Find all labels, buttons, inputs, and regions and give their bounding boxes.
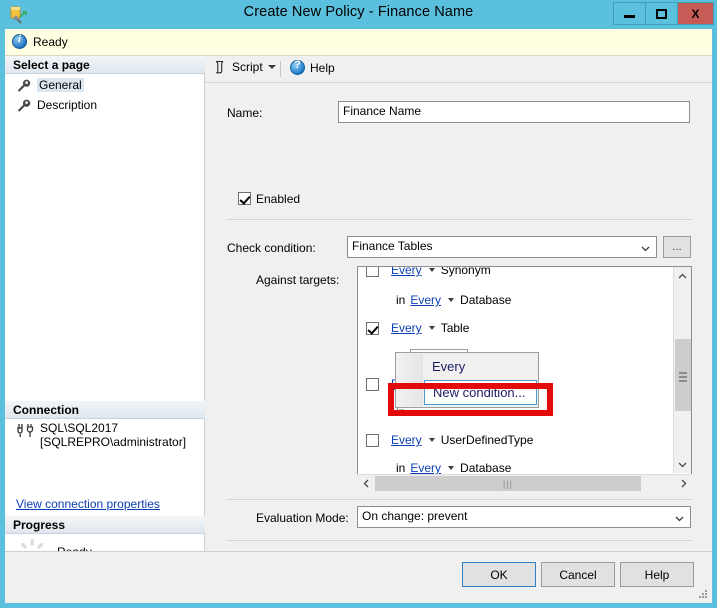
target-object-label: Synonym — [440, 266, 491, 277]
connection-icon — [17, 423, 34, 438]
divider-3 — [227, 540, 692, 541]
chevron-down-icon[interactable] — [448, 298, 455, 302]
target-object-label: Database — [460, 461, 512, 475]
target-checkbox[interactable] — [366, 321, 379, 335]
chevron-down-icon — [675, 511, 684, 522]
help-button-footer[interactable]: Help — [620, 562, 694, 587]
target-row[interactable]: Every Table — [366, 321, 469, 335]
cancel-button[interactable]: Cancel — [541, 562, 615, 587]
window-title: Create New Policy - Finance Name — [243, 4, 474, 20]
ok-button[interactable]: OK — [462, 562, 536, 587]
chevron-right-icon[interactable] — [675, 475, 692, 491]
check-condition-combobox[interactable]: Finance Tables — [347, 236, 657, 258]
target-object-label: Database — [460, 293, 512, 307]
check-condition-browse-button[interactable]: ... — [663, 236, 691, 258]
chevron-down-icon — [267, 65, 276, 69]
sidebar: Select a page General Description Connec… — [5, 56, 205, 569]
minimize-button[interactable] — [613, 2, 646, 25]
target-checkbox[interactable] — [366, 267, 379, 277]
chevron-down-icon[interactable] — [674, 456, 691, 473]
resize-grip[interactable] — [696, 588, 708, 600]
script-icon — [213, 60, 227, 74]
menu-item-every[interactable]: Every — [424, 354, 537, 379]
sidebar-item-description-label: Description — [37, 98, 98, 112]
target-scope-link[interactable]: Every — [391, 321, 422, 335]
view-connection-properties-link[interactable]: View connection properties — [16, 497, 160, 511]
chevron-up-icon[interactable] — [674, 267, 691, 284]
chevron-down-icon — [641, 241, 650, 252]
connection-user: [SQLREPRO\administrator] — [40, 435, 187, 449]
against-targets-label: Against targets: — [256, 273, 340, 287]
target-row[interactable]: Every UserDefinedType — [366, 433, 533, 447]
scrollbar-thumb[interactable] — [675, 339, 691, 411]
chevron-left-icon[interactable] — [357, 475, 374, 491]
chevron-down-icon[interactable] — [428, 438, 435, 442]
title-bar: Create New Policy - Finance Name X — [0, 0, 717, 29]
menu-item-new-condition[interactable]: New condition... — [424, 380, 537, 405]
info-icon — [12, 33, 27, 49]
close-button[interactable]: X — [677, 2, 714, 25]
target-row[interactable]: in Every Database — [396, 461, 511, 475]
help-icon — [290, 59, 305, 75]
toolbar: Script Help — [205, 56, 712, 83]
wrench-icon — [17, 99, 31, 112]
target-scope-link[interactable]: Every — [391, 267, 422, 277]
status-text: Ready — [33, 35, 68, 49]
main-panel: Script Help Name: Finance Name Enabled C… — [205, 56, 712, 578]
evaluation-mode-label: Evaluation Mode: — [256, 511, 349, 525]
help-label: Help — [310, 60, 335, 75]
name-label: Name: — [227, 106, 263, 120]
help-button[interactable]: Help — [290, 59, 335, 75]
scrollbar-thumb[interactable]: ||| — [375, 476, 641, 491]
script-label: Script — [232, 60, 263, 74]
chevron-down-icon[interactable] — [428, 326, 435, 330]
target-scope-link[interactable]: Every — [410, 293, 441, 307]
chevron-down-icon[interactable] — [448, 466, 455, 470]
toolbar-divider — [280, 61, 281, 77]
connection-header: Connection — [5, 401, 205, 419]
chevron-down-icon[interactable] — [428, 268, 435, 272]
maximize-icon — [656, 8, 667, 19]
dialog-body: Select a page General Description Connec… — [5, 56, 712, 578]
sidebar-item-general[interactable]: General — [17, 78, 84, 92]
create-new-policy-window: Create New Policy - Finance Name X Ready… — [0, 0, 717, 608]
connection-server: SQL\SQL2017 — [40, 421, 119, 435]
scope-dropdown-menu[interactable]: Every New condition... — [395, 352, 539, 408]
check-condition-label: Check condition: — [227, 241, 316, 255]
evaluation-mode-combobox[interactable]: On change: prevent — [357, 506, 691, 528]
window-controls: X — [613, 2, 714, 26]
sidebar-item-general-label: General — [37, 78, 84, 92]
target-object-label: Table — [440, 321, 470, 335]
target-checkbox[interactable] — [366, 377, 379, 391]
minimize-icon — [624, 15, 635, 18]
progress-header: Progress — [5, 516, 205, 534]
evaluation-mode-value: On change: prevent — [362, 509, 468, 523]
target-in-label: in — [396, 461, 406, 475]
name-input[interactable]: Finance Name — [338, 101, 690, 123]
select-a-page-header: Select a page — [5, 56, 205, 74]
target-row[interactable]: in Every Database — [396, 293, 511, 307]
maximize-button[interactable] — [645, 2, 678, 25]
wrench-icon — [17, 79, 31, 92]
divider-2 — [227, 499, 692, 500]
target-scope-link[interactable]: Every — [391, 433, 422, 447]
menu-gutter — [397, 354, 423, 406]
enabled-label: Enabled — [256, 192, 301, 206]
script-button[interactable]: Script — [213, 60, 276, 74]
status-info-bar: Ready — [5, 29, 712, 56]
divider-1 — [227, 219, 692, 220]
enabled-checkbox[interactable] — [238, 192, 251, 205]
target-in-label: in — [396, 293, 406, 307]
target-checkbox[interactable] — [366, 433, 379, 447]
dialog-footer: OK Cancel Help — [5, 551, 712, 603]
target-scope-link[interactable]: Every — [410, 461, 441, 475]
sidebar-item-description[interactable]: Description — [17, 98, 97, 112]
target-object-label: UserDefinedType — [440, 433, 534, 447]
check-condition-value: Finance Tables — [352, 239, 433, 253]
connection-info: SQL\SQL2017 [SQLREPRO\administrator] — [40, 421, 186, 449]
targets-vertical-scrollbar[interactable] — [673, 267, 691, 473]
targets-horizontal-scrollbar[interactable]: ||| — [357, 474, 692, 491]
target-row[interactable]: Every Synonym — [366, 266, 491, 277]
